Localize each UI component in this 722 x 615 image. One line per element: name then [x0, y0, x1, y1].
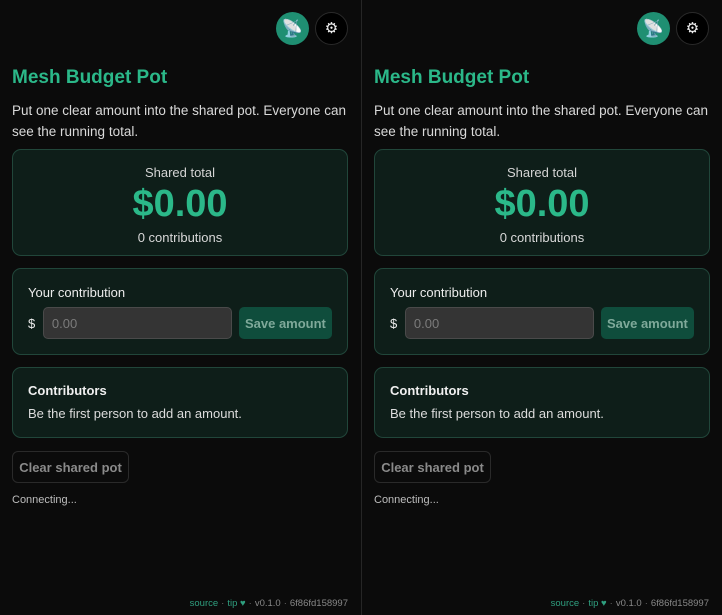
contributors-card: Contributors Be the first person to add … [12, 367, 348, 438]
shared-total-label: Shared total [144, 165, 216, 180]
page-title: Mesh Budget Pot [12, 67, 168, 88]
currency-symbol: $ [28, 315, 36, 331]
amount-input[interactable] [404, 307, 594, 339]
footer: source · tip ♥ · v0.1.0 · 6f86fd158997 [189, 598, 348, 609]
contribution-count: 0 contributions [137, 230, 223, 245]
source-link[interactable]: source [551, 598, 580, 609]
build-hash: 6f86fd158997 [289, 598, 348, 609]
tip-link[interactable]: tip [227, 598, 237, 609]
contributors-card: Contributors Be the first person to add … [374, 367, 710, 438]
contribution-card: Your contribution $ Save amount [12, 268, 348, 355]
contribution-count: 0 contributions [499, 230, 585, 245]
currency-symbol: $ [390, 315, 398, 331]
app-panel-right: 📡 ⚙ Mesh Budget Pot Put one clear amount… [361, 0, 722, 615]
shared-total-card: Shared total $0.00 0 contributions [12, 149, 348, 256]
amount-input[interactable] [42, 307, 232, 339]
topbar: 📡 ⚙ [637, 12, 709, 45]
version-label: v0.1.0 [615, 598, 642, 609]
shared-total-amount: $0.00 [494, 183, 590, 225]
tip-link[interactable]: tip [588, 598, 598, 609]
build-hash: 6f86fd158997 [650, 598, 709, 609]
contribution-label: Your contribution [28, 285, 126, 300]
satellite-dish-icon[interactable]: 📡 [276, 12, 309, 45]
contribution-row: $ Save amount [390, 307, 694, 339]
clear-shared-pot-button[interactable]: Clear shared pot [12, 451, 129, 483]
shared-total-amount: $0.00 [132, 183, 228, 225]
contribution-row: $ Save amount [28, 307, 332, 339]
save-amount-button[interactable]: Save amount [238, 307, 332, 339]
topbar: 📡 ⚙ [276, 12, 348, 45]
contributors-empty-text: Be the first person to add an amount. [28, 406, 242, 421]
contributors-empty-text: Be the first person to add an amount. [390, 406, 604, 421]
source-link[interactable]: source [190, 598, 219, 609]
split-view: 📡 ⚙ Mesh Budget Pot Put one clear amount… [0, 0, 722, 615]
heart-icon: ♥ [240, 598, 246, 609]
page-title: Mesh Budget Pot [374, 67, 530, 88]
contributors-title: Contributors [28, 383, 107, 398]
contribution-label: Your contribution [390, 285, 488, 300]
satellite-dish-icon[interactable]: 📡 [637, 12, 670, 45]
connection-status: Connecting... [12, 494, 77, 506]
footer: source · tip ♥ · v0.1.0 · 6f86fd158997 [550, 598, 709, 609]
heart-icon: ♥ [601, 598, 607, 609]
shared-total-card: Shared total $0.00 0 contributions [374, 149, 710, 256]
version-label: v0.1.0 [254, 598, 281, 609]
shared-total-label: Shared total [506, 165, 578, 180]
app-panel-left: 📡 ⚙ Mesh Budget Pot Put one clear amount… [0, 0, 361, 615]
gear-icon[interactable]: ⚙ [676, 12, 709, 45]
save-amount-button[interactable]: Save amount [600, 307, 694, 339]
page-description: Put one clear amount into the shared pot… [12, 103, 346, 139]
contributors-title: Contributors [390, 383, 469, 398]
page-description: Put one clear amount into the shared pot… [374, 103, 708, 139]
gear-icon[interactable]: ⚙ [315, 12, 348, 45]
contribution-card: Your contribution $ Save amount [374, 268, 710, 355]
clear-shared-pot-button[interactable]: Clear shared pot [374, 451, 491, 483]
connection-status: Connecting... [374, 494, 439, 506]
